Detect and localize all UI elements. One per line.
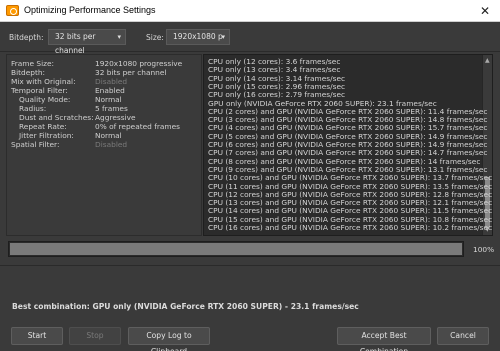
bitdepth-value: 32 bits per channel: [55, 32, 96, 55]
log-line: CPU (16 cores) and GPU (NVIDIA GeForce R…: [208, 223, 493, 232]
title-bar: Optimizing Performance Settings ✕: [0, 0, 500, 22]
bitdepth-dropdown[interactable]: 32 bits per channel ▾: [48, 29, 126, 55]
setting-value: Enabled: [95, 86, 125, 95]
setting-value: Normal: [95, 131, 122, 140]
progress-bar: [8, 241, 464, 257]
copy-log-button[interactable]: Copy Log to Clipboard: [128, 327, 210, 351]
setting-key: Radius:: [19, 104, 47, 113]
setting-key: Temporal Filter:: [11, 86, 68, 95]
options-toolbar: Bitdepth: 32 bits per channel ▾ Size: 19…: [0, 22, 500, 55]
size-value: 1920x1080 p: [173, 32, 223, 41]
app-logo-icon: [6, 5, 19, 16]
setting-value: 1920x1080 progressive: [95, 59, 183, 68]
chevron-down-icon: ▾: [117, 33, 121, 41]
close-icon[interactable]: ✕: [470, 0, 500, 22]
window-title: Optimizing Performance Settings: [24, 5, 156, 15]
setting-value: Normal: [95, 95, 122, 104]
progress-percent: 100%: [473, 245, 495, 254]
setting-key: Jitter Filtration:: [19, 131, 74, 140]
setting-key: Quality Mode:: [19, 95, 71, 104]
chevron-down-icon: ▾: [221, 33, 225, 41]
setting-key: Repeat Rate:: [19, 122, 67, 131]
setting-key: Spatial Filter:: [11, 140, 60, 149]
size-label: Size:: [146, 33, 164, 42]
progress-fill: [10, 243, 462, 255]
bitdepth-label: Bitdepth:: [9, 33, 44, 42]
setting-value: Aggressive: [95, 113, 136, 122]
performance-log[interactable]: ▲ ▼ CPU only (12 cores): 3.6 frames/sec C…: [203, 54, 493, 236]
settings-summary-panel: Frame Size: 1920x1080 progressive Bitdepth…: [6, 54, 202, 236]
setting-value: Disabled: [95, 77, 128, 86]
setting-key: Bitdepth:: [11, 68, 46, 77]
accept-best-button[interactable]: Accept Best Combination: [337, 327, 431, 351]
setting-value: 32 bits per channel: [95, 68, 167, 77]
cancel-button[interactable]: Cancel: [437, 327, 489, 345]
size-dropdown[interactable]: 1920x1080 p ▾: [166, 29, 230, 45]
setting-key: Frame Size:: [11, 59, 55, 68]
scroll-up-icon[interactable]: ▲: [485, 57, 490, 64]
setting-key: Mix with Original:: [11, 77, 76, 86]
stop-button[interactable]: Stop: [69, 327, 121, 345]
setting-value: 0% of repeated frames: [95, 122, 180, 131]
start-button[interactable]: Start: [11, 327, 63, 345]
setting-value: Disabled: [95, 140, 128, 149]
setting-value: 5 frames: [95, 104, 128, 113]
best-combination-text: Best combination: GPU only (NVIDIA GeFor…: [12, 302, 359, 311]
setting-key: Dust and Scratches:: [19, 113, 94, 122]
